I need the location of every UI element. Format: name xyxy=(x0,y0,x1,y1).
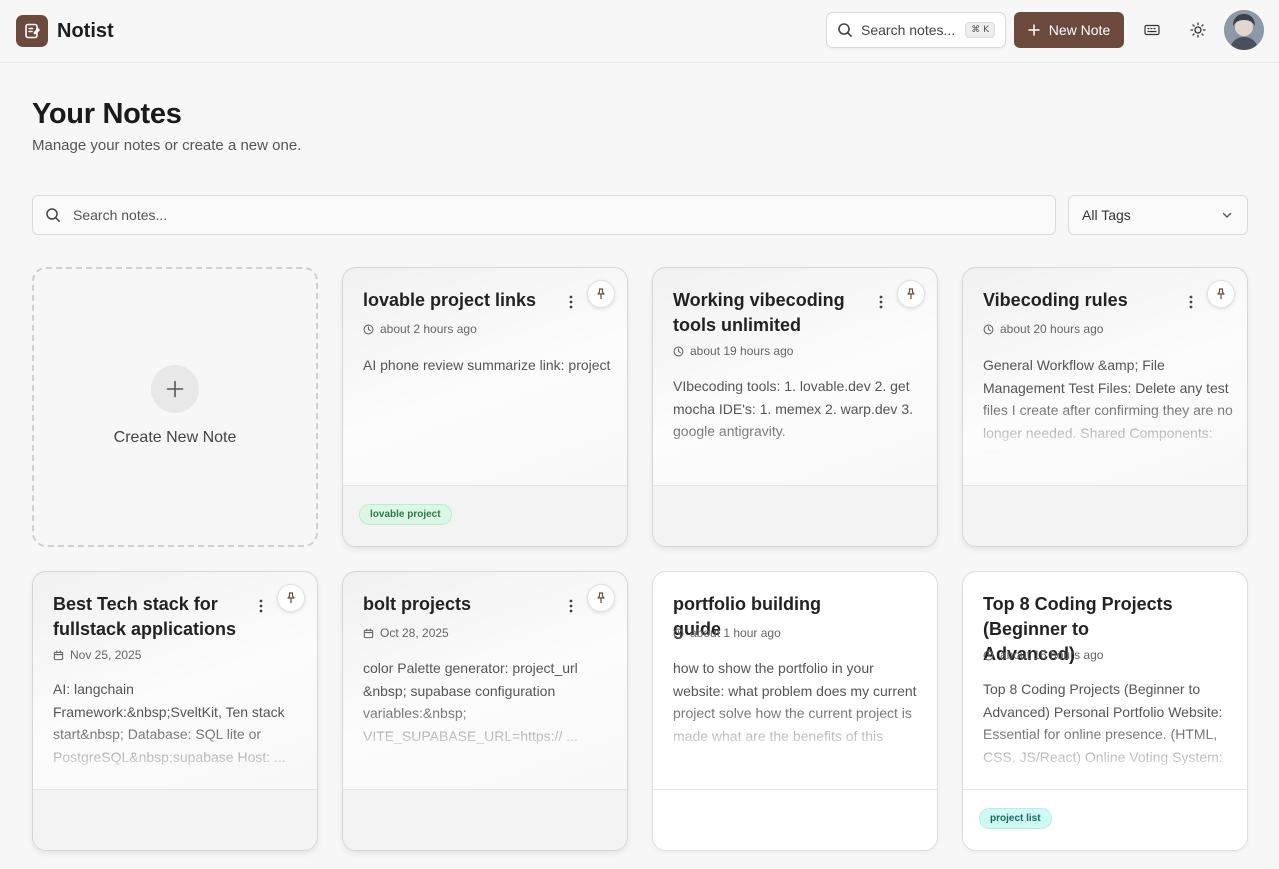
note-footer: lovable project xyxy=(343,485,627,546)
pin-icon xyxy=(1217,288,1225,299)
note-timestamp: about 1 hour ago xyxy=(673,626,781,640)
search-input[interactable] xyxy=(73,207,1055,223)
create-note-card[interactable]: Create New Note xyxy=(32,267,318,547)
clock-icon xyxy=(983,324,994,334)
plus-icon xyxy=(1028,24,1040,36)
page-subtitle: Manage your notes or create a new one. xyxy=(32,137,302,154)
note-footer xyxy=(343,789,627,850)
pin-button[interactable] xyxy=(587,280,615,308)
note-footer xyxy=(653,789,937,850)
app-name: Notist xyxy=(57,19,114,42)
note-timestamp: about 19 hours ago xyxy=(673,344,793,358)
note-title: Working vibecoding tools unlimited xyxy=(673,290,845,335)
note-card[interactable]: lovable project links about 2 hours ago … xyxy=(342,267,628,547)
pin-button[interactable] xyxy=(1207,280,1235,308)
note-title: bolt projects xyxy=(363,594,472,614)
note-footer xyxy=(963,485,1247,546)
clock-icon xyxy=(673,346,684,356)
note-card[interactable]: bolt projects Oct 28, 2025 color Palette… xyxy=(342,571,628,851)
pin-button[interactable] xyxy=(897,280,925,308)
note-footer: project list xyxy=(963,789,1247,850)
tag-filter-value: All Tags xyxy=(1082,207,1131,223)
quick-search-placeholder: Search notes... xyxy=(861,22,956,38)
chevron-down-icon xyxy=(1222,212,1232,218)
more-options-icon[interactable] xyxy=(253,596,269,616)
tag-badge[interactable]: lovable project xyxy=(359,504,452,525)
brand[interactable]: Notist xyxy=(16,15,114,47)
note-card[interactable]: Working vibecoding tools unlimited about… xyxy=(652,267,938,547)
tag-filter-select[interactable]: All Tags xyxy=(1068,195,1248,235)
note-timestamp: about 16 hours ago xyxy=(983,648,1103,662)
clock-icon xyxy=(673,628,684,638)
notes-search xyxy=(32,195,1056,235)
calendar-icon xyxy=(363,628,374,638)
calendar-icon xyxy=(53,650,64,660)
note-snippet: color Palette generator: project_url &nb… xyxy=(363,660,578,745)
note-date: Nov 25, 2025 xyxy=(53,648,141,662)
keyboard-icon xyxy=(1144,24,1160,36)
notebook-logo-icon xyxy=(16,15,48,47)
quick-search-button[interactable]: Search notes... ⌘ K xyxy=(826,12,1006,48)
search-icon xyxy=(838,23,852,37)
plus-icon xyxy=(151,365,199,413)
note-card[interactable]: Vibecoding rules about 20 hours ago Gene… xyxy=(962,267,1248,547)
clock-icon xyxy=(983,650,994,660)
note-title: Vibecoding rules xyxy=(983,290,1128,310)
note-snippet: VIbecoding tools: 1. lovable.dev 2. get … xyxy=(673,378,913,440)
more-options-icon[interactable] xyxy=(1183,292,1199,312)
more-options-icon[interactable] xyxy=(563,292,579,312)
keyboard-shortcuts-button[interactable] xyxy=(1137,15,1167,45)
pin-icon xyxy=(597,592,605,603)
note-card[interactable]: portfolio building guide about 1 hour ag… xyxy=(652,571,938,851)
search-icon xyxy=(46,208,60,222)
note-card[interactable]: Best Tech stack for fullstack applicatio… xyxy=(32,571,318,851)
note-snippet: AI: langchain Framework:&nbsp;SveltKit, … xyxy=(53,681,286,766)
tag-badge[interactable]: project list xyxy=(979,808,1052,829)
note-snippet: AI phone review summarize link: project xyxy=(363,357,611,373)
pin-button[interactable] xyxy=(277,584,305,612)
more-options-icon[interactable] xyxy=(873,292,889,312)
note-timestamp: about 20 hours ago xyxy=(983,322,1103,336)
note-timestamp: about 2 hours ago xyxy=(363,322,477,336)
pin-icon xyxy=(597,288,605,299)
new-note-label: New Note xyxy=(1048,22,1111,38)
theme-toggle-button[interactable] xyxy=(1183,15,1213,45)
shortcut-hint: ⌘ K xyxy=(965,22,995,38)
note-snippet: Top 8 Coding Projects (Beginner to Advan… xyxy=(983,681,1223,778)
top-bar: Notist Search notes... ⌘ K New Note xyxy=(0,0,1279,63)
avatar[interactable] xyxy=(1224,10,1264,50)
more-options-icon[interactable] xyxy=(563,596,579,616)
clock-icon xyxy=(363,324,374,334)
new-note-button[interactable]: New Note xyxy=(1014,12,1124,48)
note-snippet: how to show the portfolio in your websit… xyxy=(673,660,917,757)
sun-icon xyxy=(1190,22,1206,38)
page-title: Your Notes xyxy=(32,98,182,130)
note-title: Best Tech stack for fullstack applicatio… xyxy=(53,594,237,639)
note-footer xyxy=(33,789,317,850)
note-date: Oct 28, 2025 xyxy=(363,626,449,640)
note-title: lovable project links xyxy=(363,290,537,310)
create-note-label: Create New Note xyxy=(113,429,237,446)
note-footer xyxy=(653,485,937,546)
note-snippet: General Workflow &amp; File Management T… xyxy=(983,357,1233,454)
pin-icon xyxy=(287,592,295,603)
note-card[interactable]: Top 8 Coding Projects (Beginner to Advan… xyxy=(962,571,1248,851)
pin-button[interactable] xyxy=(587,584,615,612)
pin-icon xyxy=(907,288,915,299)
